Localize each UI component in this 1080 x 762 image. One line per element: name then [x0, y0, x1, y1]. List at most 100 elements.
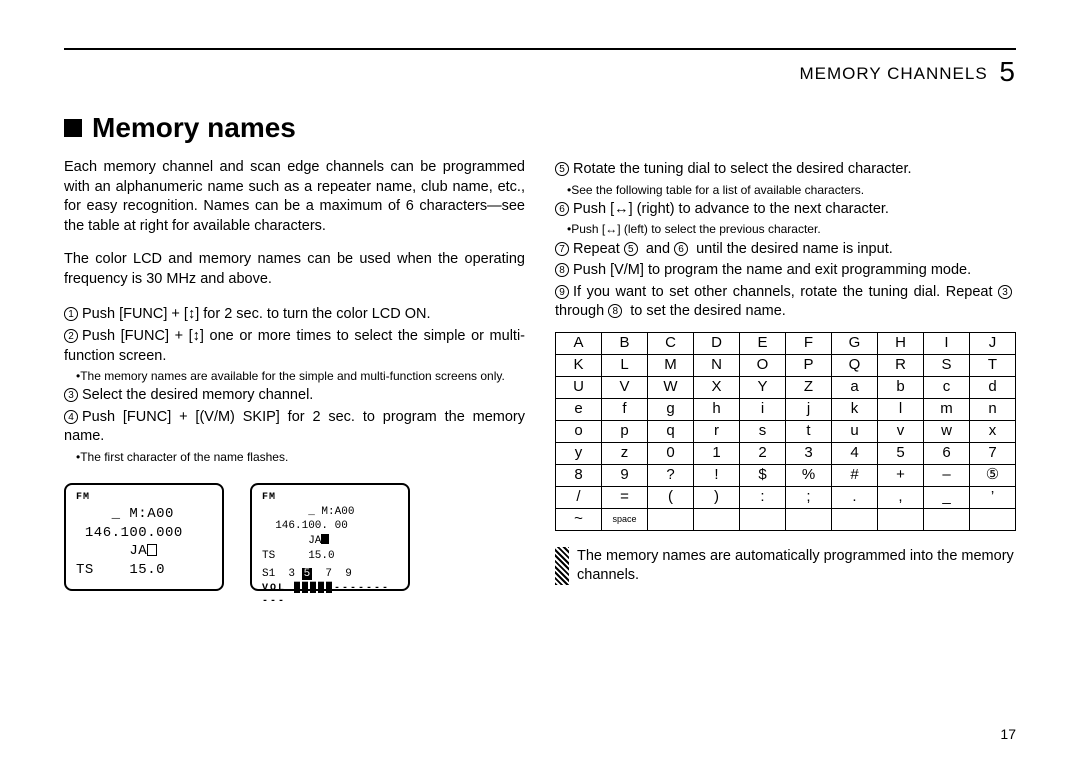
step-number-icon: 8 [555, 263, 569, 277]
char-cell: 2 [740, 442, 786, 464]
char-cell: a [832, 376, 878, 398]
step-number-icon: 4 [64, 410, 78, 424]
chapter-number: 5 [999, 56, 1016, 87]
page-number: 17 [1000, 726, 1016, 742]
hatched-bar-icon [555, 547, 569, 585]
note: •Push [↔] (left) to select the previous … [567, 221, 1016, 237]
lcd-screen-multi: FM _ M:A00 146.100. 00 JA TS 15.0 S1 3 5… [250, 483, 410, 591]
step-1: 1Push [FUNC] + [↕] for 2 sec. to turn th… [64, 305, 525, 325]
char-cell: ) [694, 486, 740, 508]
char-cell: q [648, 420, 694, 442]
char-cell: h [694, 398, 740, 420]
char-cell: D [694, 332, 740, 354]
step-number-icon: 6 [674, 242, 688, 256]
char-cell: : [740, 486, 786, 508]
char-cell: 1 [694, 442, 740, 464]
char-cell: 6 [924, 442, 970, 464]
char-cell: A [556, 332, 602, 354]
char-cell: X [694, 376, 740, 398]
char-cell: j [786, 398, 832, 420]
char-cell: m [924, 398, 970, 420]
char-cell: H [878, 332, 924, 354]
char-cell [970, 508, 1016, 530]
lcd-screen-simple: FM _ M:A00 146.100.000 JA TS 15.0 [64, 483, 224, 591]
char-cell: ⑤ [970, 464, 1016, 486]
char-cell: L [602, 354, 648, 376]
step-2: 2Push [FUNC] + [↕] one or more times to … [64, 327, 525, 366]
hatched-note: The memory names are automatically progr… [555, 547, 1016, 586]
char-cell: w [924, 420, 970, 442]
lcd-line: JA [262, 534, 398, 549]
char-cell: l [878, 398, 924, 420]
lcd-volume-meter: VOL █████---------- [262, 582, 398, 609]
char-cell: = [602, 486, 648, 508]
char-cell: . [832, 486, 878, 508]
step-6: 6Push [↔] (right) to advance to the next… [555, 200, 1016, 220]
char-cell: i [740, 398, 786, 420]
note: •The first character of the name flashes… [76, 449, 525, 465]
lcd-mode-label: FM [76, 491, 212, 505]
lcd-line: TS 15.0 [262, 549, 398, 564]
step-7: 7Repeat 5 and 6 until the desired name i… [555, 240, 1016, 260]
paragraph: Each memory channel and scan edge channe… [64, 158, 525, 236]
top-rule [64, 48, 1016, 50]
lcd-mode-label: FM [262, 491, 398, 505]
char-cell: z [602, 442, 648, 464]
lcd-line: JA [76, 542, 212, 561]
char-cell: N [694, 354, 740, 376]
char-cell: ’ [970, 486, 1016, 508]
char-cell: W [648, 376, 694, 398]
char-cell: E [740, 332, 786, 354]
char-cell: / [556, 486, 602, 508]
char-cell: S [924, 354, 970, 376]
right-column: 5Rotate the tuning dial to select the de… [555, 158, 1016, 591]
char-cell: o [556, 420, 602, 442]
char-cell: b [878, 376, 924, 398]
char-cell: O [740, 354, 786, 376]
char-cell: 5 [878, 442, 924, 464]
char-cell: ( [648, 486, 694, 508]
lcd-line: _ M:A00 [262, 505, 398, 520]
char-cell: _ [924, 486, 970, 508]
step-number-icon: 5 [624, 242, 638, 256]
left-column: Each memory channel and scan edge channe… [64, 158, 525, 591]
char-cell [832, 508, 878, 530]
char-cell: k [832, 398, 878, 420]
char-cell: 9 [602, 464, 648, 486]
hatched-note-text: The memory names are automatically progr… [577, 547, 1016, 586]
char-cell: 4 [832, 442, 878, 464]
char-cell: n [970, 398, 1016, 420]
char-cell [694, 508, 740, 530]
char-cell: c [924, 376, 970, 398]
char-cell: 3 [786, 442, 832, 464]
char-cell: t [786, 420, 832, 442]
step-number-icon: 7 [555, 242, 569, 256]
char-cell: Y [740, 376, 786, 398]
char-cell: p [602, 420, 648, 442]
char-cell: v [878, 420, 924, 442]
char-cell: V [602, 376, 648, 398]
char-cell: $ [740, 464, 786, 486]
step-number-icon: 3 [64, 388, 78, 402]
note: •See the following table for a list of a… [567, 182, 1016, 198]
char-cell: P [786, 354, 832, 376]
char-cell: B [602, 332, 648, 354]
char-cell: R [878, 354, 924, 376]
char-cell: x [970, 420, 1016, 442]
step-3: 3Select the desired memory channel. [64, 386, 525, 406]
step-number-icon: 6 [555, 202, 569, 216]
char-cell: U [556, 376, 602, 398]
paragraph: The color LCD and memory names can be us… [64, 250, 525, 289]
char-cell: ? [648, 464, 694, 486]
lcd-illustrations: FM _ M:A00 146.100.000 JA TS 15.0 FM _ M… [64, 483, 525, 591]
char-cell: % [786, 464, 832, 486]
lcd-line: TS 15.0 [76, 561, 212, 580]
char-cell: e [556, 398, 602, 420]
char-cell: T [970, 354, 1016, 376]
char-cell: 8 [556, 464, 602, 486]
title-row: Memory names [64, 112, 1016, 144]
char-cell: Z [786, 376, 832, 398]
lcd-line: 146.100.000 [76, 524, 212, 543]
lcd-signal-meter: S1 3 5 7 9 [262, 567, 398, 582]
char-cell: 0 [648, 442, 694, 464]
